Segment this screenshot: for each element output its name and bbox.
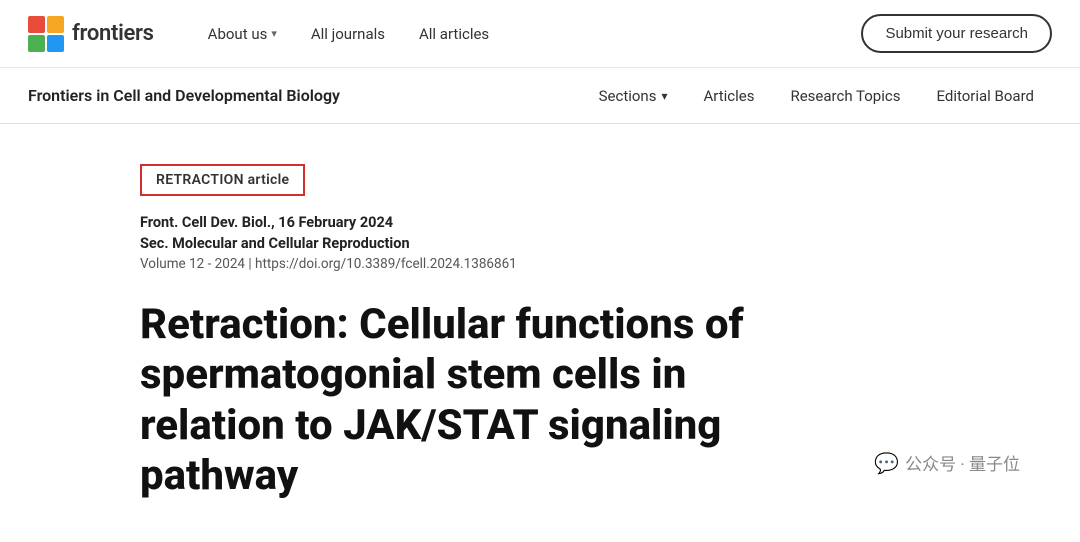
all-journals-label: All journals (311, 25, 385, 43)
journal-title: Frontiers in Cell and Developmental Biol… (28, 86, 340, 105)
top-nav-items: About us ▾ All journals All articles (194, 17, 862, 51)
logo-link[interactable]: frontiers (28, 16, 154, 52)
submit-research-button[interactable]: Submit your research (861, 14, 1052, 53)
article-section: Sec. Molecular and Cellular Reproduction (140, 235, 980, 252)
about-us-chevron-icon: ▾ (271, 27, 277, 40)
logo-text: frontiers (72, 21, 154, 46)
about-us-nav-item[interactable]: About us ▾ (194, 17, 291, 51)
editorial-board-nav-item[interactable]: Editorial Board (918, 79, 1052, 113)
articles-label: Articles (704, 87, 755, 105)
editorial-board-label: Editorial Board (936, 87, 1034, 105)
top-navigation: frontiers About us ▾ All journals All ar… (0, 0, 1080, 68)
article-journal-date: Front. Cell Dev. Biol., 16 February 2024 (140, 214, 980, 231)
research-topics-label: Research Topics (790, 87, 900, 105)
about-us-label: About us (208, 25, 268, 43)
all-articles-nav-item[interactable]: All articles (405, 17, 503, 51)
sections-label: Sections (599, 87, 657, 105)
research-topics-nav-item[interactable]: Research Topics (772, 79, 918, 113)
article-metadata: Front. Cell Dev. Biol., 16 February 2024… (140, 214, 980, 272)
frontiers-logo-icon (28, 16, 64, 52)
main-content: RETRACTION article Front. Cell Dev. Biol… (0, 124, 1080, 542)
sections-nav-item[interactable]: Sections ▾ (581, 79, 686, 113)
secondary-navigation: Frontiers in Cell and Developmental Biol… (0, 68, 1080, 124)
article-volume-doi: Volume 12 - 2024 | https://doi.org/10.33… (140, 256, 980, 272)
secondary-nav-items: Sections ▾ Articles Research Topics Edit… (581, 79, 1052, 113)
article-type-badge: RETRACTION article (140, 164, 305, 196)
sections-chevron-icon: ▾ (661, 89, 667, 103)
article-title: Retraction: Cellular functions of sperma… (140, 300, 760, 502)
articles-nav-item[interactable]: Articles (686, 79, 773, 113)
all-journals-nav-item[interactable]: All journals (297, 17, 399, 51)
all-articles-label: All articles (419, 25, 489, 43)
